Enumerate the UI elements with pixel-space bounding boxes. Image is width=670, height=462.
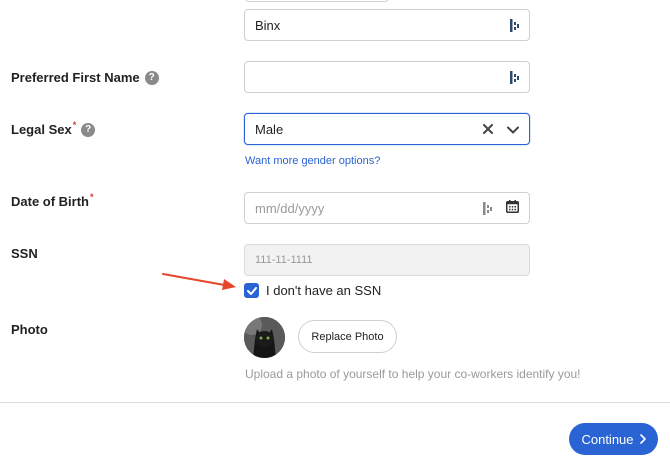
required-asterisk: *	[72, 119, 77, 130]
ssn-input: 111-11-1111	[244, 244, 530, 276]
legal-sex-value: Male	[255, 121, 284, 137]
ssn-label: SSN	[11, 246, 38, 261]
photo-hint: Upload a photo of yourself to help your …	[245, 367, 581, 381]
required-asterisk: *	[90, 191, 94, 202]
password-manager-icon[interactable]	[509, 70, 519, 84]
gender-options-link[interactable]: Want more gender options?	[245, 155, 380, 167]
chevron-right-icon	[639, 434, 646, 444]
preferred-first-name-label: Preferred First Name ?	[11, 70, 159, 85]
previous-field-edge	[245, 0, 389, 2]
date-of-birth-placeholder: mm/dd/yyyy	[255, 200, 325, 216]
calendar-icon[interactable]	[506, 200, 519, 216]
first-name-value: Binx	[255, 17, 281, 33]
photo-label: Photo	[11, 322, 48, 337]
ssn-placeholder: 111-11-1111	[255, 254, 313, 266]
footer-divider	[0, 402, 670, 403]
legal-sex-select[interactable]: Male	[244, 113, 530, 145]
annotation-arrow-icon	[162, 273, 236, 290]
preferred-first-name-input[interactable]	[244, 61, 530, 93]
replace-photo-button[interactable]: Replace Photo	[298, 320, 397, 353]
password-manager-icon[interactable]	[482, 201, 492, 215]
clear-icon[interactable]	[483, 122, 493, 137]
no-ssn-checkbox-label[interactable]: I don't have an SSN	[266, 283, 381, 298]
check-icon	[246, 286, 257, 295]
avatar	[244, 317, 285, 358]
continue-button-label: Continue	[581, 431, 634, 447]
continue-button[interactable]: Continue	[569, 423, 658, 455]
help-icon[interactable]: ?	[144, 70, 159, 85]
no-ssn-checkbox-row[interactable]: I don't have an SSN	[244, 283, 381, 298]
date-of-birth-label: Date of Birth *	[11, 191, 94, 210]
password-manager-icon[interactable]	[509, 18, 519, 32]
date-of-birth-input[interactable]: mm/dd/yyyy	[244, 192, 530, 224]
first-name-input[interactable]: Binx	[244, 9, 530, 41]
legal-sex-label: Legal Sex * ?	[11, 119, 96, 137]
no-ssn-checkbox[interactable]	[244, 283, 259, 298]
help-icon[interactable]: ?	[81, 122, 96, 137]
chevron-down-icon[interactable]	[507, 122, 519, 137]
